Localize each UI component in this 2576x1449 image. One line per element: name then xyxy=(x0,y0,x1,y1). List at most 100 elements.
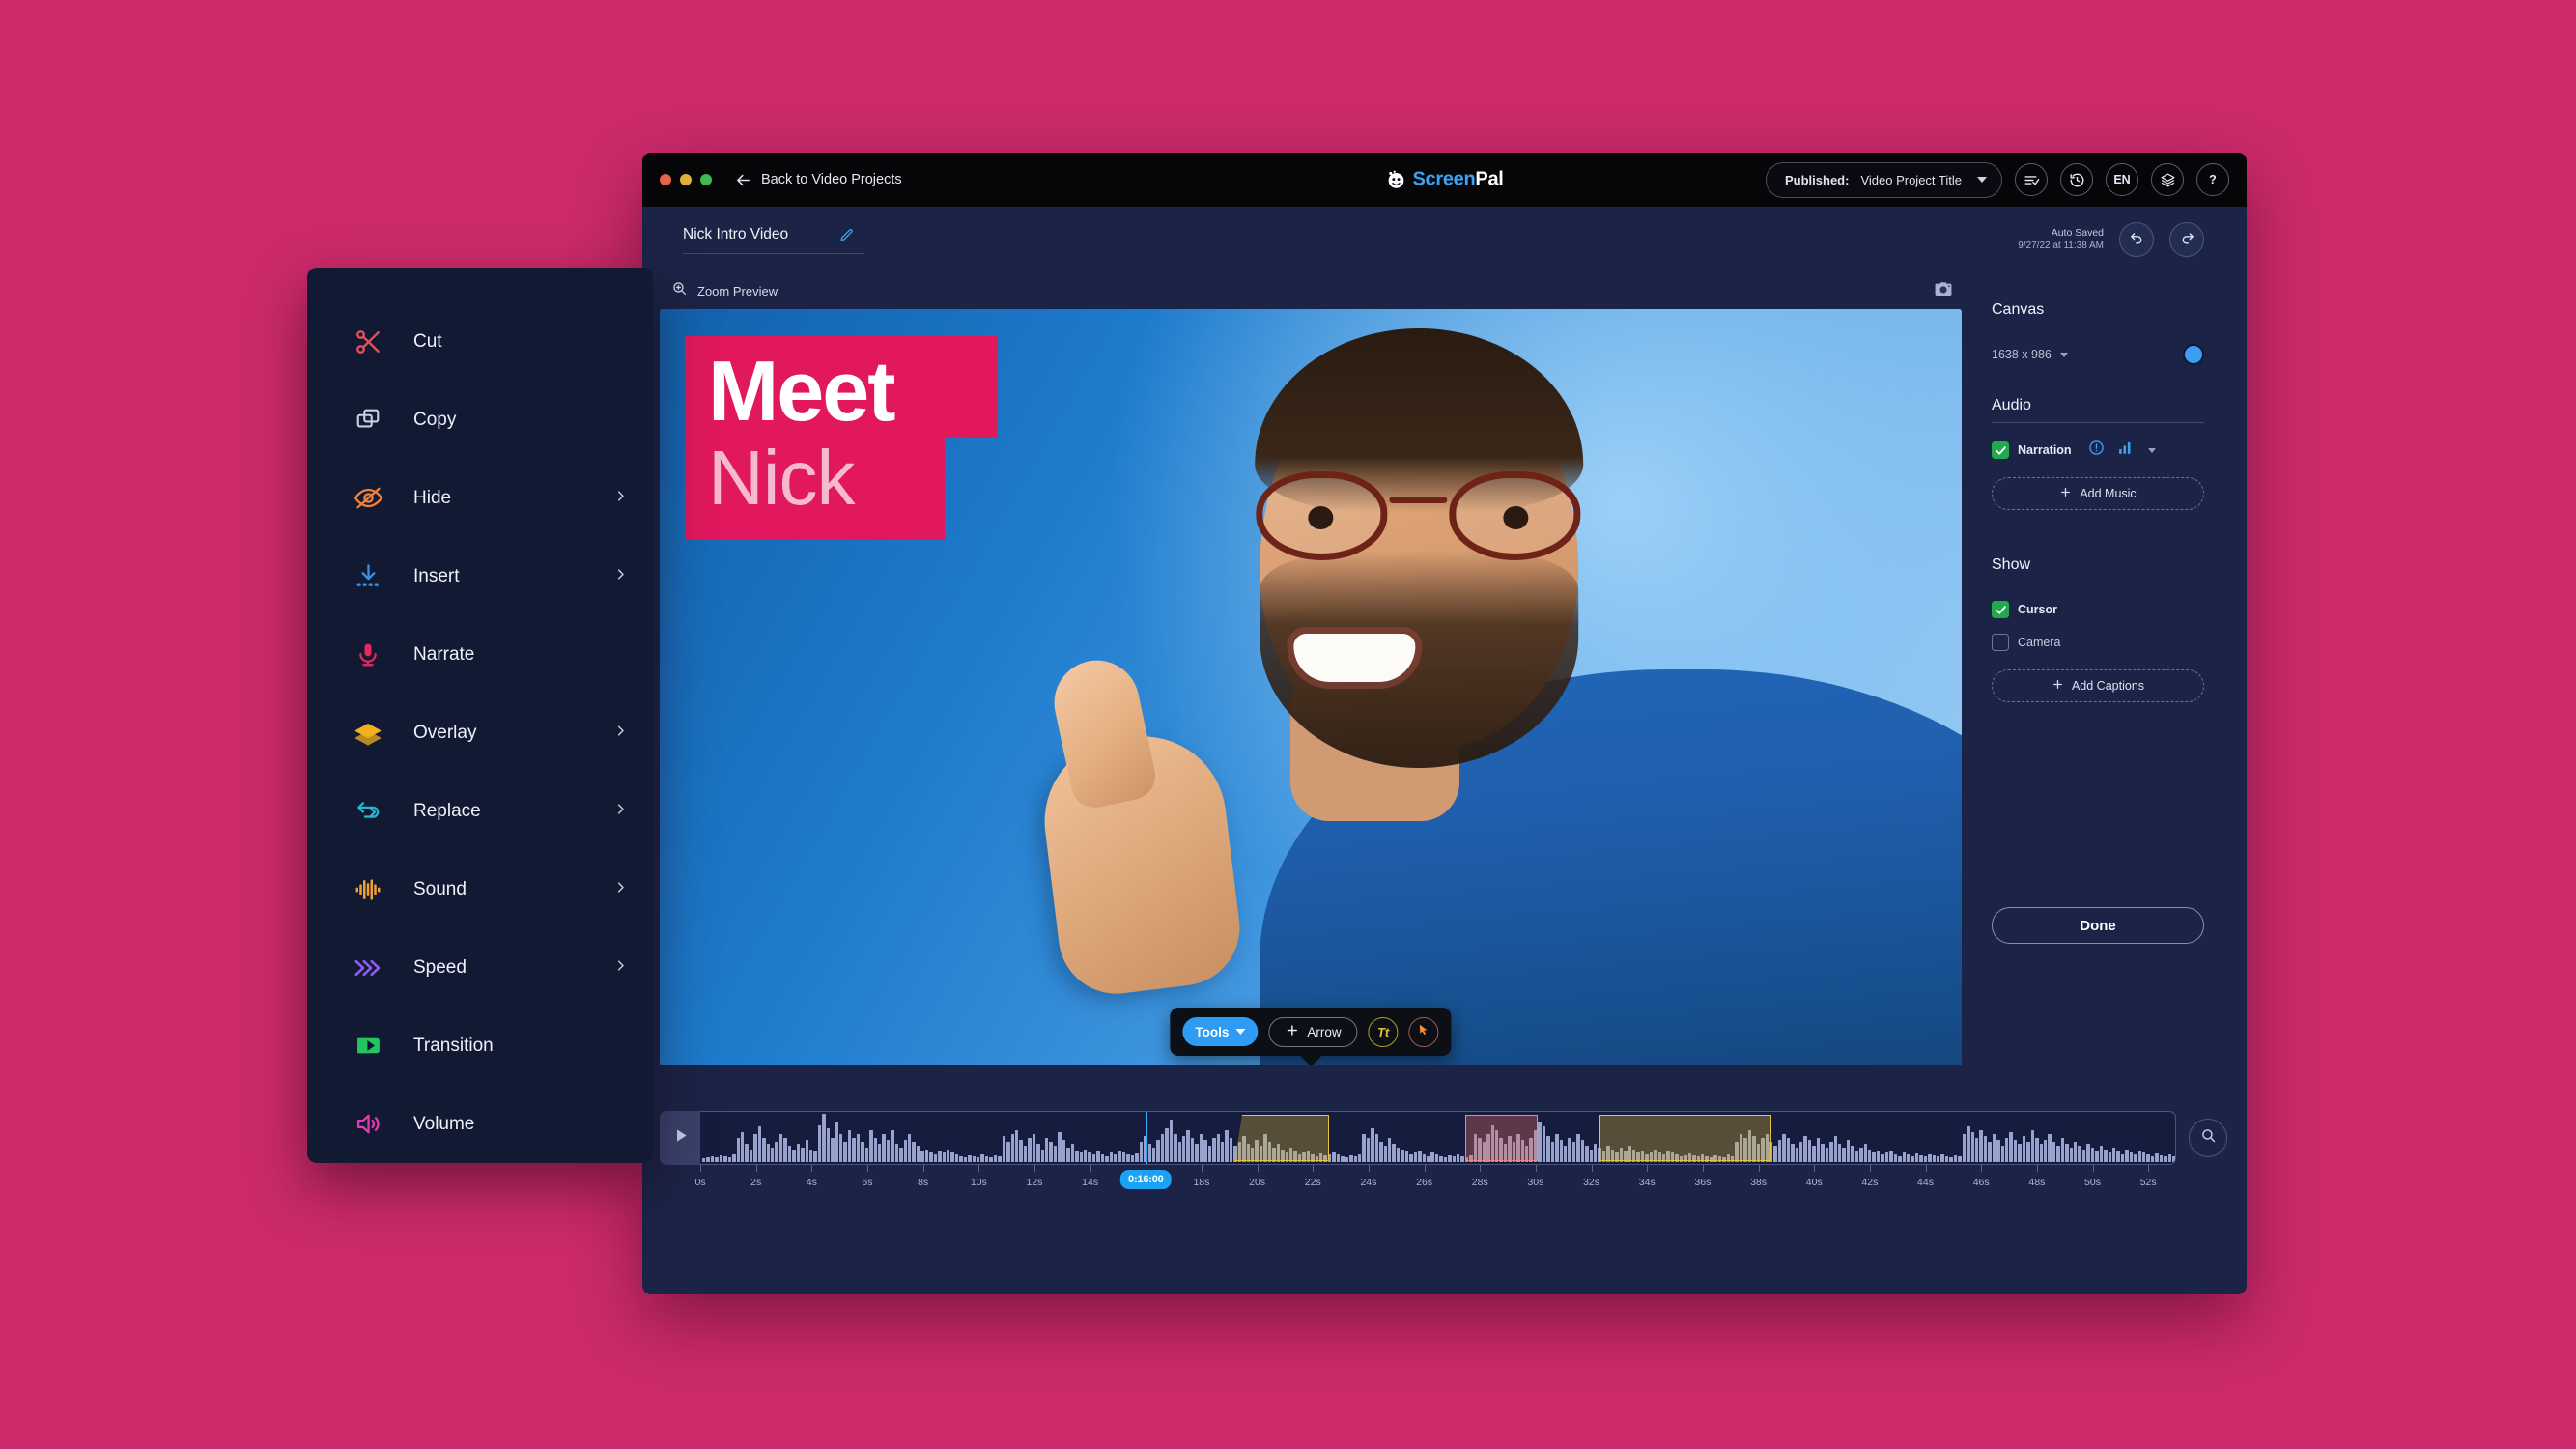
waveform-bar xyxy=(1036,1143,1040,1162)
ruler-tick-label: 52s xyxy=(2139,1177,2157,1188)
waveform-bar xyxy=(1251,1147,1255,1162)
waveform-bar xyxy=(2104,1149,2108,1162)
context-menu-item-hide[interactable]: Hide xyxy=(307,459,653,537)
waveform-bar xyxy=(1940,1154,1944,1162)
context-menu-item-replace[interactable]: Replace xyxy=(307,772,653,850)
edit-pencil-icon[interactable] xyxy=(838,226,855,242)
context-menu-item-copy[interactable]: Copy xyxy=(307,381,653,459)
audio-waveform-track[interactable] xyxy=(700,1111,2176,1165)
camera-icon[interactable] xyxy=(1933,278,1954,304)
waveform-bar xyxy=(1212,1138,1216,1162)
play-button[interactable] xyxy=(660,1111,700,1165)
canvas-size-row[interactable]: 1638 x 986 xyxy=(1992,341,2204,368)
waveform-bar xyxy=(1306,1151,1311,1162)
narration-checkbox[interactable] xyxy=(1992,441,2009,459)
context-menu-item-sound[interactable]: Sound xyxy=(307,850,653,928)
waveform-bar xyxy=(1937,1156,1940,1162)
waveform-bar xyxy=(1628,1145,1631,1162)
window-traffic-lights[interactable] xyxy=(660,174,712,185)
tools-dropdown-button[interactable]: Tools xyxy=(1182,1017,1259,1046)
waveform-bar xyxy=(1121,1152,1126,1162)
timeline-search-button[interactable] xyxy=(2189,1119,2227,1157)
title-overlay-line2: Nick xyxy=(708,434,856,521)
undo-button[interactable] xyxy=(2119,222,2154,257)
waveform-bar xyxy=(1731,1156,1735,1162)
waveform-bar xyxy=(1032,1134,1036,1162)
swap-icon xyxy=(352,795,384,828)
narration-row[interactable]: Narration xyxy=(1992,437,2204,464)
waveform-bar xyxy=(1601,1151,1606,1162)
published-project-dropdown[interactable]: Published: Video Project Title xyxy=(1766,161,2002,198)
context-menu-item-cut[interactable]: Cut xyxy=(307,302,653,381)
video-preview-canvas[interactable]: Meet Nick Tools Arrow Tt xyxy=(660,309,1962,1065)
ruler-tick-label: 40s xyxy=(1805,1177,1823,1188)
sound-wave-icon xyxy=(352,873,384,906)
waveform-bar xyxy=(796,1143,801,1162)
ruler-tick xyxy=(700,1165,701,1172)
context-menu-item-insert[interactable]: Insert xyxy=(307,537,653,615)
waveform-bar xyxy=(882,1134,886,1162)
waveform-bar xyxy=(1799,1141,1803,1162)
maximize-window-button[interactable] xyxy=(700,174,712,185)
camera-row[interactable]: Camera xyxy=(1992,629,2204,656)
context-menu-item-overlay[interactable]: Overlay xyxy=(307,694,653,772)
add-arrow-button[interactable]: Arrow xyxy=(1268,1016,1358,1047)
playhead-line[interactable] xyxy=(1145,1112,1147,1164)
history-button[interactable] xyxy=(2060,163,2093,196)
waveform-bar xyxy=(2125,1149,2129,1162)
chevron-down-icon[interactable] xyxy=(2147,447,2156,453)
text-tool-button[interactable]: Tt xyxy=(1368,1016,1399,1047)
waveform-bar xyxy=(1139,1141,1144,1162)
waveform-bar xyxy=(864,1147,869,1162)
minimize-window-button[interactable] xyxy=(680,174,692,185)
add-music-button[interactable]: Add Music xyxy=(1992,477,2204,510)
context-menu-item-transition[interactable]: Transition xyxy=(307,1007,653,1085)
camera-checkbox[interactable] xyxy=(1992,634,2009,651)
project-title-field[interactable]: Nick Intro Video xyxy=(683,226,865,254)
cursor-row[interactable]: Cursor xyxy=(1992,596,2204,623)
checklist-button[interactable] xyxy=(2015,163,2048,196)
waveform-bar xyxy=(1418,1151,1422,1162)
done-button[interactable]: Done xyxy=(1992,907,2204,944)
cursor-checkbox[interactable] xyxy=(1992,601,2009,618)
language-button[interactable]: EN xyxy=(2106,163,2138,196)
waveform-bar xyxy=(1229,1138,1233,1162)
waveform-bar xyxy=(1469,1155,1473,1162)
playhead-time-badge[interactable]: 0:16:00 xyxy=(1120,1170,1172,1189)
context-menu-item-narrate[interactable]: Narrate xyxy=(307,615,653,694)
waveform-bar xyxy=(938,1151,942,1162)
redo-button[interactable] xyxy=(2169,222,2204,257)
waveform-bar xyxy=(993,1155,998,1162)
waveform-bar xyxy=(1114,1154,1118,1162)
audio-levels-icon[interactable] xyxy=(2117,440,2134,461)
waveform-bar xyxy=(2039,1143,2043,1162)
title-overlay[interactable]: Meet Nick xyxy=(685,336,998,540)
waveform-bar xyxy=(908,1134,912,1162)
waveform-bar xyxy=(1066,1147,1070,1162)
close-window-button[interactable] xyxy=(660,174,671,185)
canvas-color-swatch[interactable] xyxy=(2183,344,2204,365)
back-to-video-projects-link[interactable]: Back to Video Projects xyxy=(735,172,902,188)
waveform-bar xyxy=(2078,1145,2081,1162)
context-menu-item-volume[interactable]: Volume xyxy=(307,1085,653,1163)
search-icon xyxy=(2200,1127,2217,1149)
alert-circle-icon[interactable] xyxy=(2088,440,2105,461)
waveform-bar xyxy=(1297,1154,1302,1162)
waveform-bar xyxy=(1542,1126,1546,1162)
waveform-bar xyxy=(1460,1156,1464,1162)
cursor-tool-button[interactable] xyxy=(1408,1016,1439,1047)
ruler-tick-label: 38s xyxy=(1750,1177,1768,1188)
timeline-ruler[interactable]: 0s 2s 4s 6s 8s 10s 12s 14s 18s 20s 22s 24s 26s 28s 30s… xyxy=(694,1165,2176,1209)
help-button[interactable]: ? xyxy=(2196,163,2229,196)
waveform-bar xyxy=(2164,1156,2167,1162)
zoom-preview-label: Zoom Preview xyxy=(697,283,778,298)
waveform-bar xyxy=(1516,1134,1520,1162)
magnifier-plus-icon[interactable] xyxy=(671,280,688,301)
waveform-bar xyxy=(1401,1149,1404,1162)
layers-button[interactable] xyxy=(2151,163,2184,196)
context-menu-item-speed[interactable]: Speed xyxy=(307,928,653,1007)
add-captions-button[interactable]: Add Captions xyxy=(1992,669,2204,702)
chevron-right-icon xyxy=(613,567,628,586)
person-glasses xyxy=(1250,471,1586,560)
waveform-bar xyxy=(1503,1143,1508,1162)
